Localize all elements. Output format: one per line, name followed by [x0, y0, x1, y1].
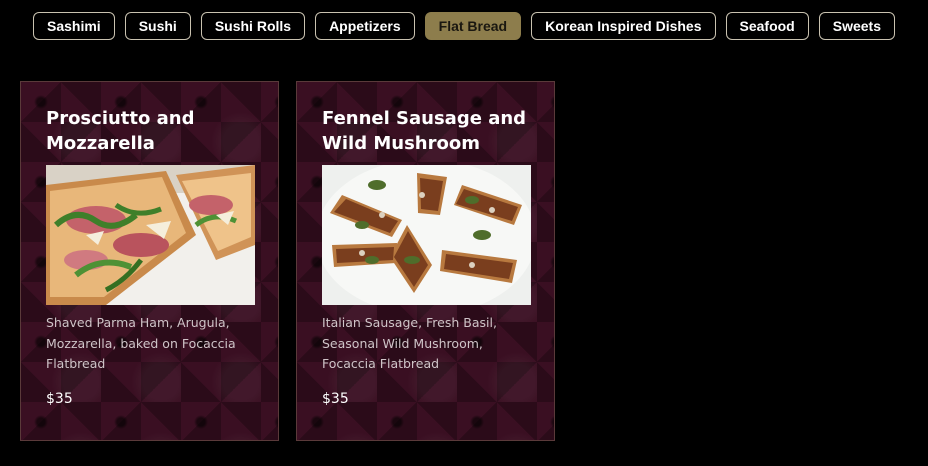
tab-flat-bread[interactable]: Flat Bread	[424, 12, 522, 40]
menu-item-price: $35	[322, 391, 349, 407]
menu-item-price: $35	[46, 391, 73, 407]
prosciutto-flatbread-photo	[46, 165, 255, 305]
menu-item-card: Prosciutto and Mozzarella Shaved Parma H…	[20, 81, 279, 441]
menu-category-tabs: Sashimi Sushi Sushi Rolls Appetizers Fla…	[0, 12, 928, 40]
tab-sweets[interactable]: Sweets	[818, 12, 895, 40]
tab-seafood[interactable]: Seafood	[725, 12, 809, 40]
tab-sushi-rolls[interactable]: Sushi Rolls	[200, 12, 306, 40]
menu-page: Sashimi Sushi Sushi Rolls Appetizers Fla…	[0, 0, 928, 466]
menu-item-title: Fennel Sausage and Wild Mushroom	[322, 108, 527, 154]
sausage-mushroom-flatbread-photo	[322, 165, 531, 305]
menu-item-list: Prosciutto and Mozzarella Shaved Parma H…	[20, 81, 555, 441]
menu-item-description: Shaved Parma Ham, Arugula, Mozzarella, b…	[46, 315, 236, 371]
menu-item-description: Italian Sausage, Fresh Basil, Seasonal W…	[322, 315, 497, 371]
tab-appetizers[interactable]: Appetizers	[315, 12, 415, 40]
tab-sushi[interactable]: Sushi	[124, 12, 191, 40]
menu-item-title: Prosciutto and Mozzarella	[46, 108, 195, 154]
tab-korean-inspired-dishes[interactable]: Korean Inspired Dishes	[531, 12, 716, 40]
tab-sashimi[interactable]: Sashimi	[33, 12, 115, 40]
menu-item-card: Fennel Sausage and Wild Mushroom Italian…	[296, 81, 555, 441]
